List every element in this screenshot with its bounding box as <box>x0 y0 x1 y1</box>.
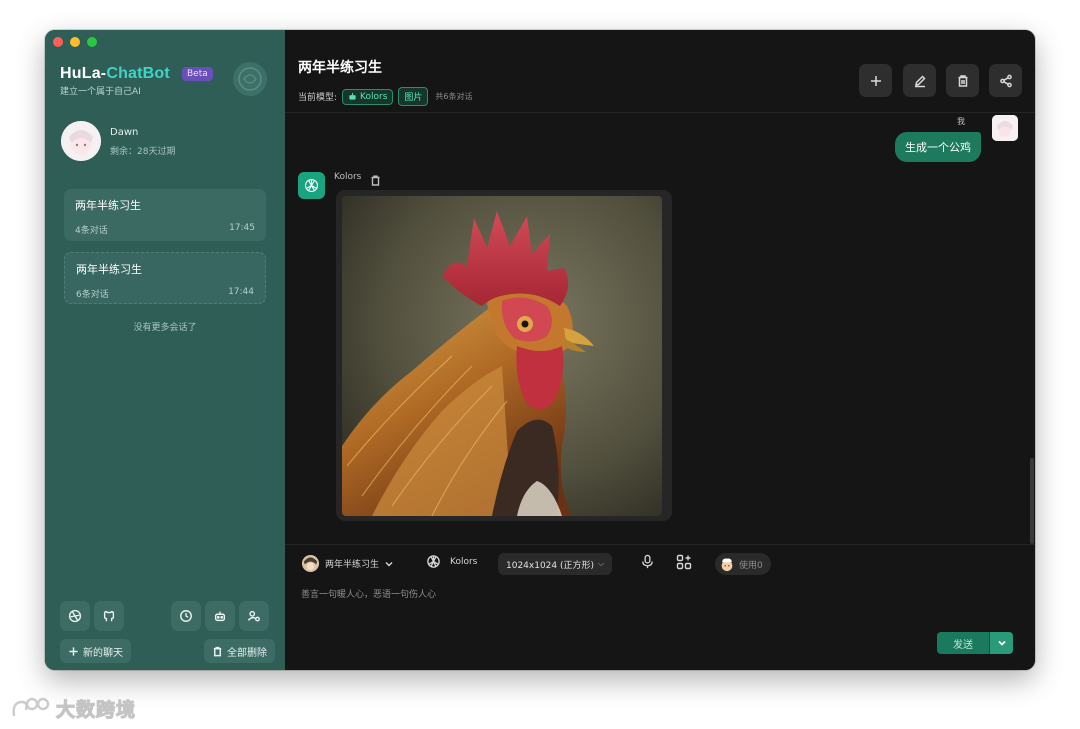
user-avatar[interactable] <box>61 121 101 161</box>
model-tag-label: Kolors <box>360 91 388 102</box>
plus-icon <box>69 646 78 656</box>
chevron-down-icon <box>997 640 1006 646</box>
chevron-down-icon <box>385 561 393 566</box>
brand-title-part1: HuLa- <box>60 65 107 82</box>
robot-icon <box>214 611 226 622</box>
session-title: 两年半练习生 <box>75 199 141 212</box>
model-name: Kolors <box>450 556 478 567</box>
chevron-down-icon: ⌵ <box>598 559 605 568</box>
user-message-label: 我 <box>957 117 965 126</box>
plugins-button[interactable] <box>676 554 692 570</box>
send-group: 发送 <box>937 632 1013 654</box>
brand-title-part2: ChatBot <box>106 65 170 82</box>
session-count: 4条对话 <box>75 226 108 236</box>
trash-icon <box>371 175 380 186</box>
session-title: 两年半练习生 <box>76 263 142 276</box>
openai-logo-icon <box>427 555 440 568</box>
robot-button[interactable] <box>205 601 235 631</box>
github-icon <box>103 610 115 622</box>
chat-main: 两年半练习生 当前模型: Kolors 图片 共6条对话 我 生成一个公鸡 Ko… <box>285 30 1035 670</box>
usage-counter[interactable]: 使用0 <box>715 553 771 575</box>
generated-image-card[interactable] <box>336 190 672 521</box>
app-window: HuLa-ChatBot Beta 建立一个属于自己AI Dawn 剩余：28天… <box>45 30 1035 670</box>
header-divider <box>285 112 1035 113</box>
new-chat-label: 新的聊天 <box>83 647 123 659</box>
delete-all-button[interactable]: 全部删除 <box>204 639 275 663</box>
new-chat-button[interactable]: 新的聊天 <box>60 639 131 663</box>
subscription-expire: 剩余：28天过期 <box>110 147 176 157</box>
user-message-avatar <box>992 115 1018 141</box>
input-divider <box>285 544 1035 545</box>
bot-avatar <box>298 172 325 199</box>
maximize-window-button[interactable] <box>87 37 97 47</box>
new-session-button[interactable] <box>859 64 892 97</box>
brand-slogan: 建立一个属于自己AI <box>60 87 141 97</box>
share-button[interactable] <box>989 64 1022 97</box>
watermark: 大数跨境 <box>10 695 136 722</box>
model-info-row: 当前模型: Kolors 图片 共6条对话 <box>298 87 473 106</box>
session-time: 17:45 <box>229 223 255 233</box>
window-controls <box>53 37 97 47</box>
generated-rooster-image[interactable] <box>342 196 662 516</box>
settings-button[interactable] <box>60 601 90 631</box>
usage-label: 使用0 <box>739 560 763 571</box>
watermark-text: 大数跨境 <box>55 699 137 722</box>
role-selector[interactable]: 两年半练习生 <box>301 554 394 573</box>
watermark-logo-icon <box>12 697 50 716</box>
role-name: 两年半练习生 <box>325 560 380 570</box>
microphone-icon <box>642 554 653 569</box>
model-tag: Kolors <box>342 88 394 105</box>
minimize-window-button[interactable] <box>70 37 80 47</box>
openai-logo-icon <box>304 178 319 193</box>
robot-icon <box>349 92 356 100</box>
history-icon <box>180 610 192 622</box>
delete-message-button[interactable] <box>370 171 381 186</box>
chat-title: 两年半练习生 <box>298 60 382 76</box>
chat-scrollbar[interactable] <box>1030 458 1034 544</box>
plus-icon <box>870 75 881 86</box>
session-count: 6条对话 <box>76 290 109 300</box>
send-options-button[interactable] <box>989 632 1013 654</box>
delete-session-button[interactable] <box>946 64 979 97</box>
edit-button[interactable] <box>903 64 936 97</box>
session-item[interactable]: 两年半练习生 6条对话 17:44 <box>64 252 266 304</box>
size-select-value: 1024x1024 (正方形) <box>506 560 595 571</box>
send-button[interactable]: 发送 <box>937 632 989 654</box>
beta-badge: Beta <box>182 67 213 81</box>
size-select[interactable]: 1024x1024 (正方形) ⌵ <box>498 553 613 575</box>
trash-icon <box>958 74 967 87</box>
current-model-label: 当前模型: <box>298 93 338 103</box>
user-message-bubble: 生成一个公鸡 <box>895 132 981 162</box>
voice-input-button[interactable] <box>640 554 655 569</box>
apps-add-icon <box>676 554 692 570</box>
user-settings-button[interactable] <box>239 601 269 631</box>
type-tag: 图片 <box>398 87 429 106</box>
user-name: Dawn <box>110 127 139 138</box>
no-more-sessions-text: 没有更多会话了 <box>133 323 197 333</box>
model-selector[interactable]: Kolors <box>426 554 477 569</box>
github-button[interactable] <box>94 601 124 631</box>
bot-name: Kolors <box>334 172 362 182</box>
user-gear-icon <box>247 610 260 622</box>
session-time: 17:44 <box>228 287 254 297</box>
share-icon <box>999 74 1012 87</box>
message-input[interactable]: 善言一句暖人心，恶语一句伤人心 <box>301 587 436 600</box>
close-window-button[interactable] <box>53 37 63 47</box>
history-button[interactable] <box>171 601 201 631</box>
sidebar: HuLa-ChatBot Beta 建立一个属于自己AI Dawn 剩余：28天… <box>45 30 285 670</box>
aperture-icon <box>68 609 82 623</box>
total-messages: 共6条对话 <box>435 92 473 101</box>
brand-logo-icon <box>233 62 267 96</box>
role-avatar-icon <box>301 554 320 573</box>
edit-icon <box>914 74 926 87</box>
trash-icon <box>213 646 222 656</box>
delete-all-label: 全部删除 <box>227 647 267 659</box>
chef-avatar-icon <box>721 558 733 572</box>
session-item[interactable]: 两年半练习生 4条对话 17:45 <box>64 189 266 241</box>
brand-title: HuLa-ChatBot <box>60 65 170 83</box>
